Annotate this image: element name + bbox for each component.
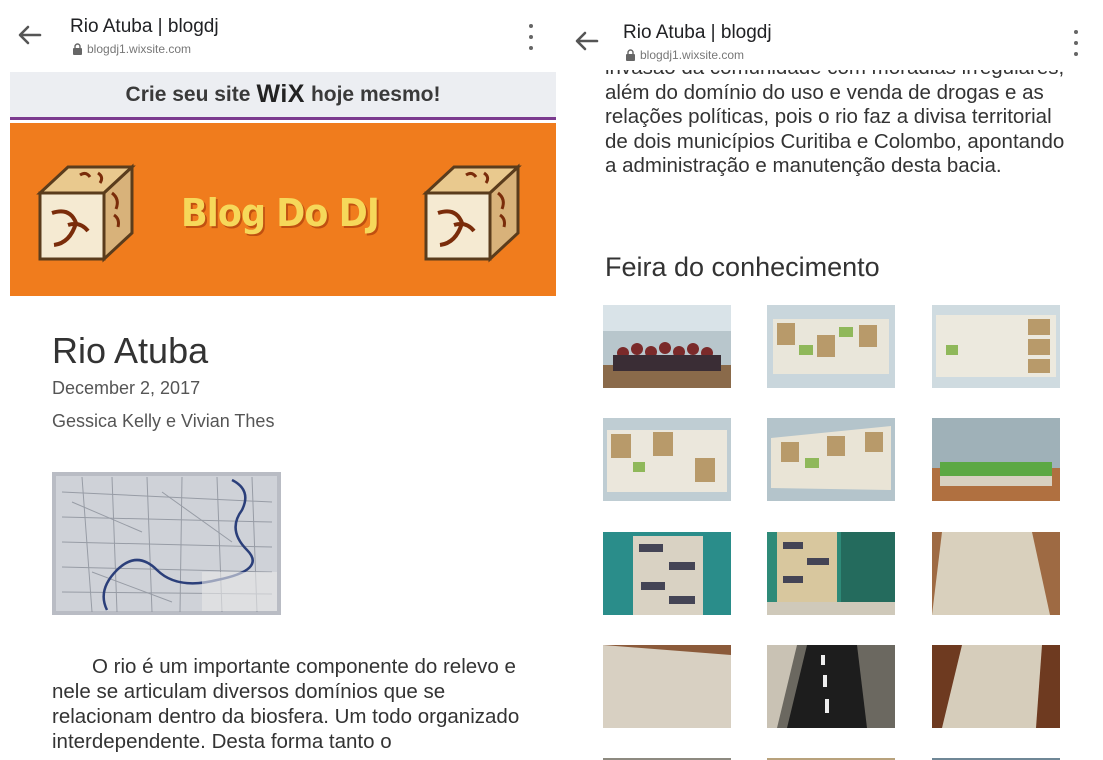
- url-display[interactable]: blogdj1.wixsite.com: [625, 48, 744, 62]
- gallery-photo[interactable]: [603, 532, 731, 615]
- gallery-photo[interactable]: [603, 305, 731, 388]
- right-screen: invasão da comunidade com moradias irreg…: [565, 0, 1103, 760]
- lock-icon: [72, 43, 83, 55]
- post-authors[interactable]: Gessica Kelly e Vivian Thes: [52, 411, 274, 432]
- gallery-photo[interactable]: [767, 418, 895, 501]
- blog-name[interactable]: Blog Do DJ: [179, 191, 381, 235]
- url-text: blogdj1.wixsite.com: [640, 48, 745, 62]
- browser-toolbar: Rio Atuba | blogdj blogdj1.wixsite.com: [565, 0, 1103, 66]
- banner-text-after: hoje mesmo!: [310, 82, 441, 106]
- wix-promo-banner[interactable]: Crie seu site WiX hoje mesmo!: [10, 72, 556, 120]
- photo-gallery: [565, 305, 1103, 760]
- post-body-continued: invasão da comunidade com moradias irreg…: [565, 70, 1103, 230]
- overflow-menu-icon[interactable]: [1071, 30, 1081, 56]
- page-title: Rio Atuba | blogdj: [623, 22, 772, 43]
- blog-header: Blog Do DJ: [10, 123, 556, 296]
- overflow-menu-icon[interactable]: [526, 24, 536, 50]
- gallery-photo[interactable]: [932, 305, 1060, 388]
- gallery-photo[interactable]: [767, 645, 895, 728]
- browser-toolbar: Rio Atuba | blogdj blogdj1.wixsite.com: [0, 0, 556, 70]
- back-arrow-icon[interactable]: [14, 20, 44, 50]
- gallery-photo[interactable]: [767, 305, 895, 388]
- post-body-text: O rio é um importante componente do rele…: [52, 655, 520, 753]
- gallery-photo[interactable]: [603, 418, 731, 501]
- gallery-photo[interactable]: [932, 418, 1060, 501]
- wix-logo: WiX: [256, 80, 305, 108]
- dj-cube-logo-icon: [32, 163, 140, 263]
- url-display[interactable]: blogdj1.wixsite.com: [72, 42, 191, 56]
- dj-cube-logo-icon: [418, 163, 526, 263]
- post-body-text: invasão da comunidade com moradias irreg…: [605, 70, 1065, 177]
- post-date: December 2, 2017: [52, 378, 201, 398]
- section-heading: Feira do conhecimento: [605, 252, 880, 282]
- river-map-image[interactable]: [52, 472, 281, 615]
- url-text: blogdj1.wixsite.com: [87, 42, 192, 56]
- post-title: Rio Atuba: [52, 330, 209, 371]
- banner-text-before: Crie seu site: [125, 82, 251, 106]
- screen-divider: [556, 0, 565, 760]
- gallery-photo[interactable]: [932, 645, 1060, 728]
- left-screen: Rio Atuba | blogdj blogdj1.wixsite.com C…: [0, 0, 556, 760]
- gallery-photo[interactable]: [603, 645, 731, 728]
- back-arrow-icon[interactable]: [571, 26, 601, 56]
- lock-icon: [625, 49, 636, 61]
- gallery-photo[interactable]: [767, 532, 895, 615]
- gallery-photo[interactable]: [932, 532, 1060, 615]
- page-title: Rio Atuba | blogdj: [70, 16, 219, 37]
